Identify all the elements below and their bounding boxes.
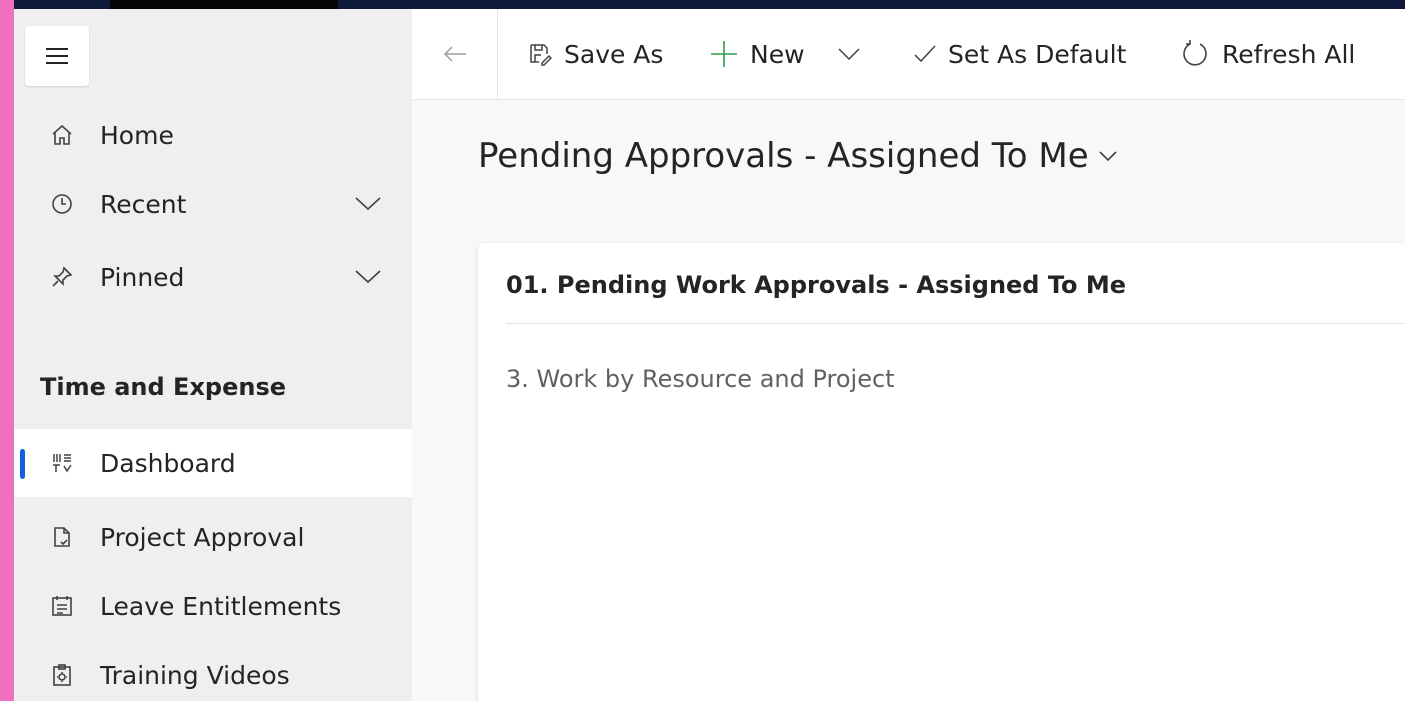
new-button[interactable]: New (710, 9, 805, 99)
sidebar: Home Recent Pinned Time and Expense Dash… (14, 9, 412, 701)
page-title: Pending Approvals - Assigned To Me (478, 136, 1089, 176)
chevron-down-icon (838, 48, 860, 60)
refresh-icon (1183, 40, 1207, 66)
save-as-button[interactable]: Save As (528, 9, 663, 99)
save-as-icon (530, 44, 552, 66)
hamburger-icon (46, 48, 68, 64)
active-indicator (20, 449, 25, 479)
sidebar-item-home[interactable]: Home (14, 101, 412, 169)
calendar-list-icon (50, 594, 74, 618)
dashboard-card: 01. Pending Work Approvals - Assigned To… (478, 243, 1405, 701)
sidebar-section-title: Time and Expense (40, 373, 287, 401)
hamburger-menu-button[interactable] (25, 26, 89, 86)
set-as-default-button[interactable]: Set As Default (914, 9, 1126, 99)
chevron-down-icon (1099, 151, 1117, 161)
sidebar-item-label: Pinned (100, 262, 185, 292)
plus-icon (711, 41, 737, 67)
home-icon (50, 123, 74, 147)
sidebar-item-pinned[interactable]: Pinned (14, 243, 412, 311)
view-selector[interactable]: Pending Approvals - Assigned To Me (478, 136, 1117, 176)
card-subtitle: 3. Work by Resource and Project (506, 365, 895, 393)
sidebar-item-label: Recent (100, 189, 187, 219)
card-title: 01. Pending Work Approvals - Assigned To… (506, 271, 1127, 299)
sidebar-item-training-videos[interactable]: Training Videos (14, 641, 412, 701)
clock-icon (50, 192, 74, 216)
sidebar-item-label: Dashboard (100, 448, 236, 478)
top-bar-segment (110, 0, 338, 9)
chevron-down-icon[interactable] (354, 265, 382, 289)
new-dropdown-button[interactable] (838, 9, 860, 99)
sidebar-item-dashboard[interactable]: Dashboard (14, 429, 412, 497)
sidebar-item-leave-entitlements[interactable]: Leave Entitlements (14, 572, 412, 640)
pin-icon (50, 265, 74, 289)
arrow-left-icon (443, 46, 466, 62)
checkmark-icon (914, 45, 936, 63)
document-icon (50, 525, 74, 549)
sidebar-item-project-approval[interactable]: Project Approval (14, 503, 412, 571)
command-bar: Save As New Set As Default Refresh All (412, 9, 1405, 100)
sidebar-item-recent[interactable]: Recent (14, 170, 412, 238)
dashboard-icon (50, 451, 74, 475)
clipboard-gear-icon (50, 663, 74, 687)
card-divider (506, 323, 1405, 324)
sidebar-item-label: Project Approval (100, 522, 305, 552)
window-edge (0, 0, 14, 701)
sidebar-item-label: Leave Entitlements (100, 591, 342, 621)
main-content: Pending Approvals - Assigned To Me 01. P… (412, 100, 1405, 701)
sidebar-item-label: Home (100, 120, 174, 150)
refresh-all-button[interactable]: Refresh All (1180, 9, 1355, 99)
sidebar-item-label: Training Videos (100, 660, 290, 690)
back-button[interactable] (412, 9, 498, 99)
chevron-down-icon[interactable] (354, 192, 382, 216)
